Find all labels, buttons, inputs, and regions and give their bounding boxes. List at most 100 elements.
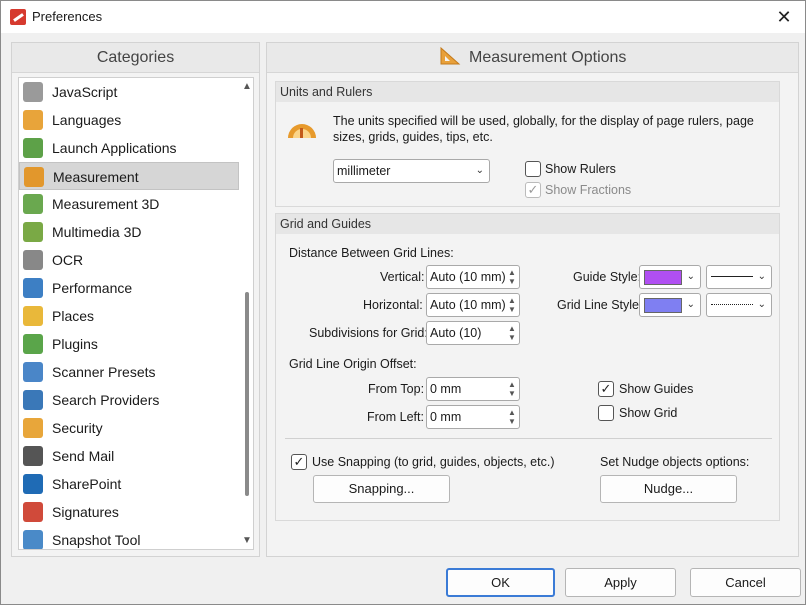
nudge-button[interactable]: Nudge... <box>600 475 737 503</box>
category-label: Places <box>52 308 95 324</box>
apply-button[interactable]: Apply <box>565 568 676 597</box>
vertical-label: Vertical: <box>380 270 425 284</box>
show-grid-checkbox[interactable] <box>598 405 614 421</box>
category-item-scanner-presets[interactable]: Scanner Presets <box>19 358 239 386</box>
category-item-measurement[interactable]: Measurement <box>19 162 239 190</box>
category-label: Measurement 3D <box>52 196 160 212</box>
category-label: SharePoint <box>52 476 122 492</box>
subdivisions-label: Subdivisions for Grid: <box>309 326 428 340</box>
category-item-javascript[interactable]: JavaScript <box>19 78 239 106</box>
from-left-spinner[interactable]: 0 mm ▲ ▼ <box>426 405 520 429</box>
from-top-value: 0 mm <box>430 382 462 396</box>
category-label: Send Mail <box>52 448 115 464</box>
category-item-multimedia-3d[interactable]: Multimedia 3D <box>19 218 239 246</box>
category-item-measurement-3d[interactable]: Measurement 3D <box>19 190 239 218</box>
category-label: Measurement <box>53 169 139 185</box>
category-label: Scanner Presets <box>52 364 156 380</box>
units-rulers-group: Units and Rulers The units specified wil… <box>275 81 780 207</box>
app-logo-icon <box>10 9 26 25</box>
signatures-icon <box>23 502 43 522</box>
use-snapping-label: Use Snapping (to grid, guides, objects, … <box>312 455 555 469</box>
options-heading: Measurement Options <box>267 43 798 73</box>
spinner-arrows-icon[interactable]: ▲ ▼ <box>507 324 517 342</box>
dotted-line-sample <box>711 304 753 305</box>
spinner-arrows-icon[interactable]: ▲ ▼ <box>507 380 517 398</box>
javascript-icon <box>23 82 43 102</box>
origin-offset-label: Grid Line Origin Offset: <box>289 357 417 371</box>
chevron-down-icon: ⌄ <box>757 299 766 310</box>
search-providers-icon <box>23 390 43 410</box>
solid-line-sample <box>711 276 753 277</box>
chevron-down-icon: ⌄ <box>686 299 695 310</box>
guide-color-swatch <box>644 270 682 285</box>
category-label: Security <box>52 420 103 436</box>
grid-line-color-picker[interactable]: ⌄ <box>639 293 701 317</box>
category-label: OCR <box>52 252 84 268</box>
nudge-options-label: Set Nudge objects options: <box>600 455 750 469</box>
subdivisions-value: Auto (10) <box>430 326 482 340</box>
spinner-arrows-icon[interactable]: ▲ ▼ <box>507 268 517 286</box>
horizontal-value: Auto (10 mm) <box>430 298 506 312</box>
scrollbar-thumb[interactable] <box>245 292 249 496</box>
show-rulers-checkbox[interactable] <box>525 161 541 177</box>
category-item-languages[interactable]: Languages <box>19 106 239 134</box>
options-heading-text: Measurement Options <box>469 49 627 66</box>
category-item-plugins[interactable]: Plugins <box>19 330 239 358</box>
spinner-arrows-icon[interactable]: ▲ ▼ <box>507 296 517 314</box>
subdivisions-spinner[interactable]: Auto (10) ▲ ▼ <box>426 321 520 345</box>
category-list[interactable]: ▲ ▼ JavaScript Languages Launch Applicatio… <box>18 77 254 550</box>
category-label: Snapshot Tool <box>52 532 141 548</box>
chevron-down-icon: ⌄ <box>686 271 695 282</box>
use-snapping-checkbox[interactable]: ✓ <box>291 454 307 470</box>
security-icon <box>23 418 43 438</box>
category-item-launch-applications[interactable]: Launch Applications <box>19 134 239 162</box>
units-rulers-heading: Units and Rulers <box>276 82 779 102</box>
places-icon <box>23 306 43 326</box>
category-label: Multimedia 3D <box>52 224 142 240</box>
performance-icon <box>23 278 43 298</box>
from-top-label: From Top: <box>368 382 425 396</box>
show-guides-checkbox[interactable]: ✓ <box>598 381 614 397</box>
guide-color-picker[interactable]: ⌄ <box>639 265 701 289</box>
category-item-search-providers[interactable]: Search Providers <box>19 386 239 414</box>
category-item-performance[interactable]: Performance <box>19 274 239 302</box>
unit-select[interactable]: millimeter ⌄ <box>333 159 490 183</box>
category-label: Languages <box>52 112 122 128</box>
guide-line-style-select[interactable]: ⌄ <box>706 265 772 289</box>
preferences-dialog: Preferences ✕ Categories ▲ ▼ JavaScript L… <box>0 0 806 605</box>
scroll-down-icon[interactable]: ▼ <box>241 534 253 548</box>
horizontal-spinner[interactable]: Auto (10 mm) ▲ ▼ <box>426 293 520 317</box>
grid-line-color-swatch <box>644 298 682 313</box>
measurement-icon <box>24 167 44 187</box>
category-label: Plugins <box>52 336 98 352</box>
measurement-options-icon <box>439 46 461 66</box>
category-label: JavaScript <box>52 84 118 100</box>
grid-guides-heading: Grid and Guides <box>276 214 779 234</box>
category-item-send-mail[interactable]: Send Mail <box>19 442 239 470</box>
category-item-ocr[interactable]: OCR <box>19 246 239 274</box>
show-grid-label: Show Grid <box>619 406 678 420</box>
show-rulers-label: Show Rulers <box>545 162 616 176</box>
vertical-spinner[interactable]: Auto (10 mm) ▲ ▼ <box>426 265 520 289</box>
guide-style-label: Guide Style: <box>573 270 642 284</box>
sharepoint-icon <box>23 474 43 494</box>
category-label: Performance <box>52 280 133 296</box>
cancel-button[interactable]: Cancel <box>690 568 801 597</box>
category-item-signatures[interactable]: Signatures <box>19 498 239 526</box>
send-mail-icon <box>23 446 43 466</box>
category-item-security[interactable]: Security <box>19 414 239 442</box>
spinner-arrows-icon[interactable]: ▲ ▼ <box>507 408 517 426</box>
multimedia-3d-icon <box>23 222 43 242</box>
show-fractions-checkbox[interactable]: ✓ <box>525 182 541 198</box>
close-icon[interactable]: ✕ <box>771 4 797 30</box>
scroll-up-icon[interactable]: ▲ <box>241 80 253 94</box>
from-top-spinner[interactable]: 0 mm ▲ ▼ <box>426 377 520 401</box>
category-item-snapshot-tool[interactable]: Snapshot Tool <box>19 526 239 549</box>
snapping-button[interactable]: Snapping... <box>313 475 450 503</box>
category-item-places[interactable]: Places <box>19 302 239 330</box>
gauge-icon <box>286 118 318 140</box>
ok-button[interactable]: OK <box>446 568 555 597</box>
grid-line-pattern-select[interactable]: ⌄ <box>706 293 772 317</box>
category-item-sharepoint[interactable]: SharePoint <box>19 470 239 498</box>
grid-line-style-label: Grid Line Style: <box>557 298 643 312</box>
